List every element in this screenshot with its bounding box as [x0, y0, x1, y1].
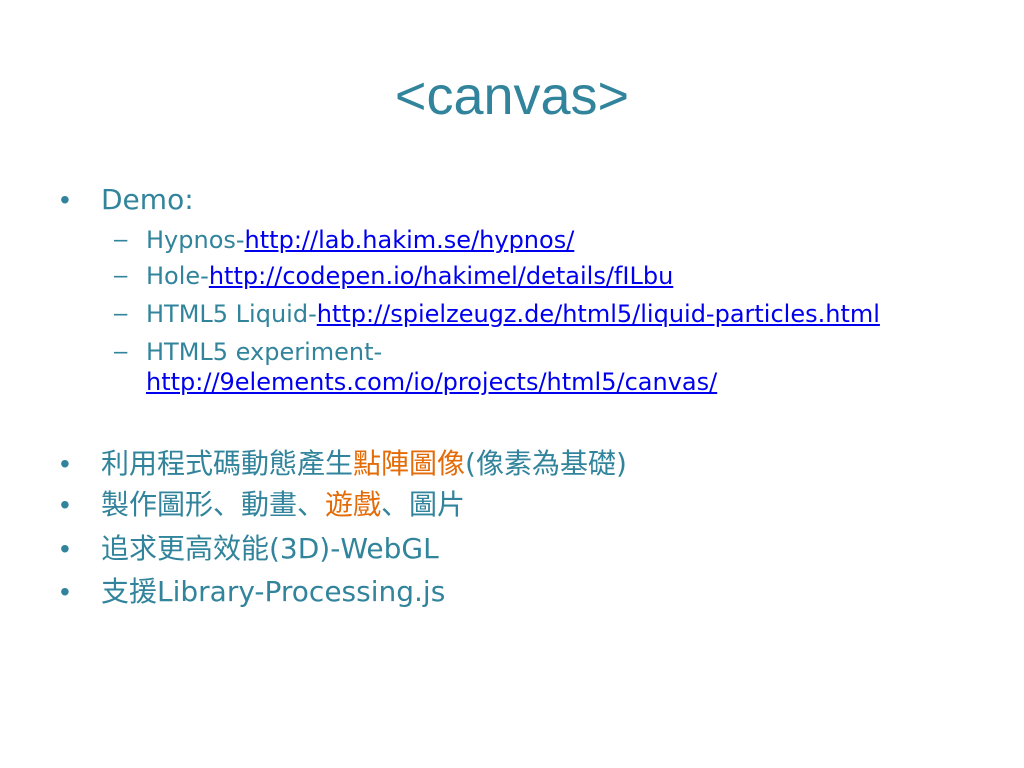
slide: <canvas> • Demo: – Hypnos-http://lab.hak…: [0, 0, 1024, 768]
dash-marker: –: [114, 262, 128, 289]
demo-item-text: Hypnos-http://lab.hakim.se/hypnos/: [146, 224, 574, 256]
dash-marker: –: [114, 338, 128, 365]
bullet-marker: •: [60, 448, 70, 479]
demo-label: Demo:: [101, 183, 194, 216]
dash-marker: –: [114, 300, 128, 327]
demo-item-text: Hole-http://codepen.io/hakimel/details/f…: [146, 260, 673, 292]
bullet-marker: •: [60, 533, 70, 564]
bullet-text-part: 製作圖形、動畫、: [101, 488, 326, 521]
bullet-marker: •: [60, 184, 70, 215]
bullet-marker: •: [60, 576, 70, 607]
demo-item-prefix: Hypnos-: [146, 226, 245, 254]
bullet-highlight: 遊戲: [325, 488, 382, 521]
demo-item-prefix: Hole-: [146, 262, 209, 290]
demo-item-text: http://9elements.com/io/projects/html5/c…: [146, 366, 717, 398]
bullet-text: 追求更高效能(3D)-WebGL: [101, 532, 439, 565]
demo-link-liquid[interactable]: http://spielzeugz.de/html5/liquid-partic…: [317, 300, 880, 328]
bullet-text: 製作圖形、動畫、遊戲、圖片: [101, 486, 465, 524]
demo-item-text: HTML5 Liquid-http://spielzeugz.de/html5/…: [146, 298, 880, 330]
demo-link-hole[interactable]: http://codepen.io/hakimel/details/fILbu: [209, 262, 673, 290]
slide-title: <canvas>: [394, 66, 630, 126]
demo-link-hypnos[interactable]: http://lab.hakim.se/hypnos/: [245, 226, 575, 254]
demo-link-experiment[interactable]: http://9elements.com/io/projects/html5/c…: [146, 368, 717, 396]
bullet-marker: •: [60, 489, 70, 520]
bullet-text: 支援Library-Processing.js: [101, 575, 446, 608]
demo-item-prefix: HTML5 experiment-: [146, 338, 383, 366]
bullet-text-part: (像素為基礎): [465, 447, 627, 480]
bullet-text-part: 利用程式碼動態產生: [101, 447, 354, 480]
bullet-highlight: 點陣圖像: [353, 447, 466, 480]
bullet-text-part: 、圖片: [381, 488, 466, 521]
dash-marker: –: [114, 226, 128, 253]
bullet-text: 利用程式碼動態產生點陣圖像(像素為基礎): [101, 445, 627, 483]
demo-item-prefix: HTML5 Liquid-: [146, 300, 317, 328]
